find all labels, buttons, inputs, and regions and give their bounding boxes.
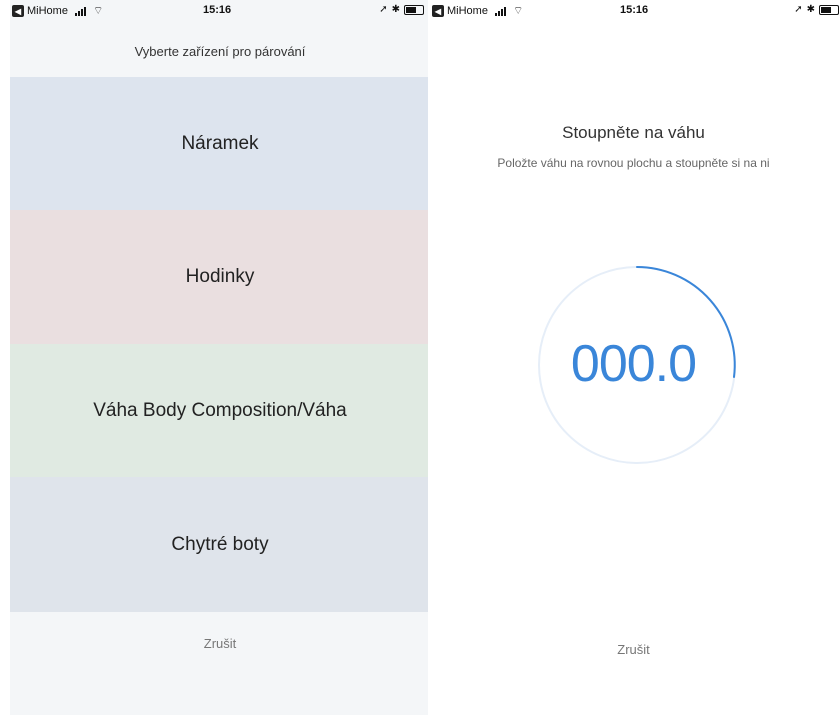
device-label: Náramek (181, 132, 259, 154)
cancel-button[interactable]: Zrušit (10, 636, 430, 651)
device-item-vaha[interactable]: Váha Body Composition/Váha (10, 344, 430, 477)
mihome-app-icon: ◀ (432, 5, 444, 17)
device-label: Hodinky (185, 266, 255, 287)
mihome-app-icon: ◀ (12, 5, 24, 17)
cancel-button[interactable]: Zrušit (428, 642, 839, 657)
bluetooth-icon: ✱ (806, 4, 815, 15)
status-time: 15:16 (203, 4, 232, 16)
device-item-naramek[interactable]: Náramek (10, 77, 430, 210)
status-app-name: MiHome (447, 5, 488, 17)
signal-icon (74, 6, 86, 16)
bluetooth-icon: ✱ (391, 4, 400, 15)
page-subtitle: Položte váhu na rovnou plochu a stoupnět… (497, 156, 770, 170)
status-app: ◀ MiHome ⌔ (12, 4, 103, 18)
status-right: ➚ ✱ (379, 4, 424, 15)
status-time: 15:16 (620, 4, 649, 16)
location-icon: ➚ (794, 4, 803, 15)
status-right: ➚ ✱ (794, 4, 839, 15)
location-icon: ➚ (379, 4, 388, 15)
page-title: Stoupněte na váhu (562, 123, 705, 142)
weight-readout: 000.0 (570, 335, 697, 393)
status-app: ◀ MiHome ⌔ (432, 4, 523, 18)
wifi-icon: ⌔ (92, 5, 104, 17)
step-on-scale-screen: ◀ MiHome ⌔ 15:16 ➚ ✱ Stoupněte na váhu P… (428, 0, 839, 715)
signal-icon (494, 6, 506, 16)
device-item-hodinky[interactable]: Hodinky (10, 210, 430, 344)
battery-icon (404, 4, 424, 15)
device-label: Chytré boty (171, 533, 269, 555)
wifi-icon: ⌔ (512, 5, 524, 17)
status-bar: ◀ MiHome ⌔ 15:16 ➚ ✱ (428, 0, 839, 22)
device-label: Váha Body Composition/Váha (93, 399, 347, 421)
status-app-name: MiHome (27, 5, 68, 17)
battery-icon (819, 4, 839, 15)
page-title: Vyberte zařízení pro párování (134, 44, 306, 59)
device-item-chytre-boty[interactable]: Chytré boty (10, 477, 430, 612)
status-bar: ◀ MiHome ⌔ 15:16 ➚ ✱ (10, 0, 430, 22)
device-selection-screen: ◀ MiHome ⌔ 15:16 ➚ ✱ Vyberte zařízení pr… (10, 0, 430, 715)
